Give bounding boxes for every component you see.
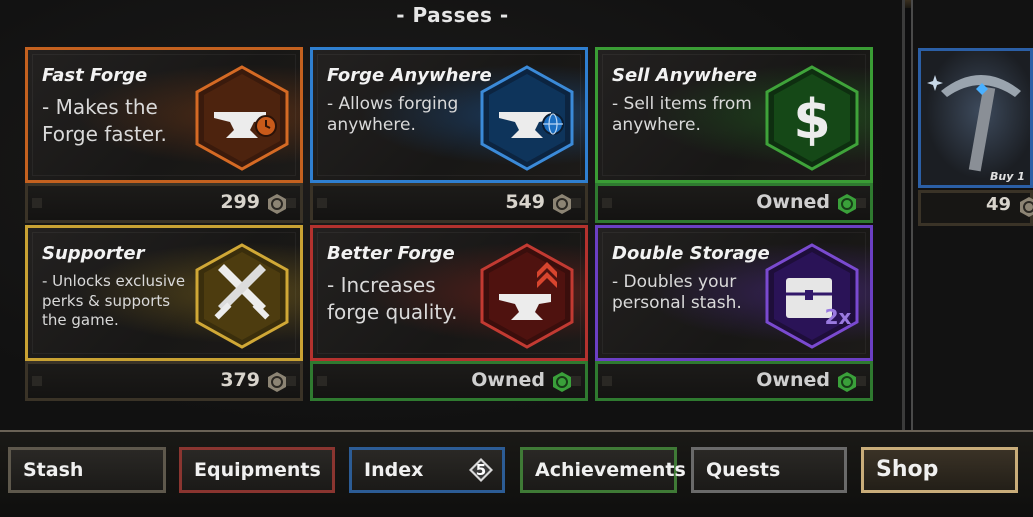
owned-bar: Owned bbox=[595, 183, 873, 223]
card-body: Forge Anywhere - Allows forging anywhere… bbox=[310, 47, 588, 183]
owned-label: Owned bbox=[756, 191, 830, 213]
pass-name: Fast Forge bbox=[42, 65, 148, 86]
anvil-globe-icon bbox=[480, 65, 574, 171]
price-bar[interactable]: 299 bbox=[25, 183, 303, 223]
nav-label: Shop bbox=[876, 457, 939, 482]
owned-check-icon bbox=[553, 372, 571, 392]
notification-count: 5 bbox=[475, 461, 487, 479]
passes-title: - Passes - bbox=[396, 3, 509, 27]
owned-label: Owned bbox=[471, 369, 545, 391]
price-value: 299 bbox=[220, 191, 260, 213]
svg-text:$: $ bbox=[793, 88, 831, 151]
nav-label: Achievements bbox=[535, 459, 686, 481]
pass-card-double-storage[interactable]: Double Storage - Doubles your personal s… bbox=[595, 225, 873, 361]
nav-stash-button[interactable]: Stash bbox=[8, 447, 166, 493]
pass-name: Forge Anywhere bbox=[327, 65, 492, 86]
card-body: Double Storage - Doubles your personal s… bbox=[595, 225, 873, 361]
pass-name: Double Storage bbox=[612, 243, 770, 264]
pass-card-forge-anywhere[interactable]: Forge Anywhere - Allows forging anywhere… bbox=[310, 47, 588, 183]
card-body: Fast Forge - Makes the Forge faster. bbox=[25, 47, 303, 183]
pass-card-fast-forge[interactable]: Fast Forge - Makes the Forge faster. bbox=[25, 47, 303, 183]
price-value: 549 bbox=[505, 191, 545, 213]
side-price-bar[interactable] bbox=[918, 190, 1033, 226]
card-body: Sell Anywhere - Sell items from anywhere… bbox=[595, 47, 873, 183]
dollar-icon: $ bbox=[765, 65, 859, 171]
pass-name: Supporter bbox=[42, 243, 145, 264]
pass-card-supporter[interactable]: Supporter - Unlocks exclusive perks & su… bbox=[25, 225, 303, 361]
nav-index-button[interactable]: Index 5 bbox=[349, 447, 505, 493]
double-label: 2x bbox=[825, 305, 852, 329]
crossed-swords-icon bbox=[195, 243, 289, 349]
nav-label: Stash bbox=[23, 459, 84, 481]
owned-check-icon bbox=[838, 194, 856, 214]
anvil-clock-icon bbox=[195, 65, 289, 171]
nav-label: Index bbox=[364, 459, 424, 481]
pass-name: Better Forge bbox=[327, 243, 455, 264]
nav-label: Quests bbox=[706, 459, 781, 481]
nav-achievements-button[interactable]: Achievements bbox=[520, 447, 686, 493]
coin-icon bbox=[553, 194, 571, 214]
price-bar[interactable]: 549 bbox=[310, 183, 588, 223]
side-price-value: 49 bbox=[986, 194, 1012, 215]
price-value: 379 bbox=[220, 369, 260, 391]
nav-shop-button[interactable]: Shop bbox=[861, 447, 1018, 493]
pass-card-better-forge[interactable]: Better Forge - Increases forge quality. bbox=[310, 225, 588, 361]
price-bar[interactable]: 379 bbox=[25, 361, 303, 401]
pass-name: Sell Anywhere bbox=[612, 65, 757, 86]
card-body: Supporter - Unlocks exclusive perks & su… bbox=[25, 225, 303, 361]
owned-check-icon bbox=[838, 372, 856, 392]
card-body: Better Forge - Increases forge quality. bbox=[310, 225, 588, 361]
anvil-upgrade-icon bbox=[480, 243, 574, 349]
buy-quantity-label: Buy 1 bbox=[990, 170, 1025, 183]
owned-bar: Owned bbox=[595, 361, 873, 401]
nav-quests-button[interactable]: Quests bbox=[691, 447, 847, 493]
pass-card-sell-anywhere[interactable]: Sell Anywhere - Sell items from anywhere… bbox=[595, 47, 873, 183]
chest-2x-icon: 2x bbox=[765, 243, 859, 349]
shop-item-card[interactable] bbox=[918, 48, 1033, 188]
owned-label: Owned bbox=[756, 369, 830, 391]
owned-bar: Owned bbox=[310, 361, 588, 401]
nav-label: Equipments bbox=[194, 459, 321, 481]
coin-icon bbox=[1020, 197, 1033, 217]
nav-equipments-button[interactable]: Equipments bbox=[179, 447, 335, 493]
coin-icon bbox=[268, 372, 286, 392]
coin-icon bbox=[268, 194, 286, 214]
